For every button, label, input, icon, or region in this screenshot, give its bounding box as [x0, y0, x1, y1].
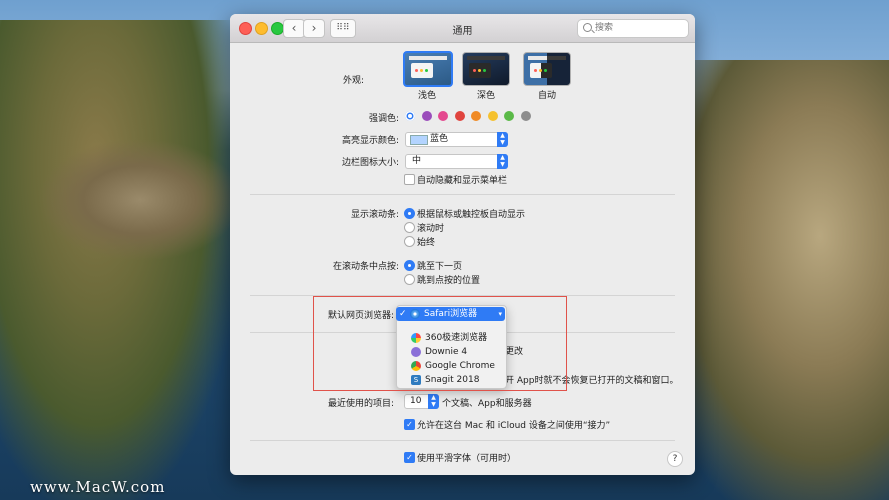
appearance-dark-thumbnail[interactable] — [462, 52, 510, 86]
search-icon — [583, 23, 592, 32]
scrollbars-auto-label: 根据鼠标或触控板自动显示 — [417, 210, 526, 220]
click-scrollbar-label: 在滚动条中点按: — [332, 262, 399, 272]
highlight-color-label: 高亮显示颜色: — [341, 136, 399, 146]
accent-color-swatch[interactable] — [454, 111, 465, 121]
red-annotation-box — [313, 296, 567, 391]
accent-color-swatch[interactable] — [520, 111, 531, 121]
smooth-fonts-checkbox[interactable]: ✓ — [404, 452, 415, 463]
accent-color-swatch[interactable] — [487, 111, 498, 121]
desktop-wallpaper-cliff-left — [0, 20, 240, 500]
jump-next-page-radio[interactable] — [404, 260, 415, 271]
recent-items-suffix: 个文稿、App和服务器 — [442, 399, 532, 409]
auto-hide-menubar-checkbox[interactable] — [404, 174, 415, 185]
recent-items-label: 最近使用的项目: — [327, 399, 394, 409]
popup-arrows-icon: ▲ ▼ — [497, 132, 508, 147]
accent-color-swatch[interactable] — [438, 111, 448, 121]
popup-arrows-icon: ▲ ▼ — [428, 394, 439, 409]
divider — [250, 194, 675, 195]
search-input[interactable] — [595, 21, 683, 35]
recent-items-popup[interactable]: 10 ▲ ▼ — [404, 394, 439, 409]
show-scrollbars-label: 显示滚动条: — [350, 210, 399, 220]
scrollbars-always-radio[interactable] — [404, 236, 415, 247]
highlight-color-popup[interactable]: 蓝色 ▲ ▼ — [405, 132, 508, 147]
desktop-wallpaper-rocks — [40, 140, 240, 260]
popup-arrows-icon: ▲ ▼ — [497, 154, 508, 169]
jump-to-spot-radio[interactable] — [404, 274, 415, 285]
sidebar-icon-size-label: 边栏图标大小: — [341, 158, 399, 168]
accent-color-swatch[interactable] — [471, 111, 481, 121]
checkmark-icon: ✓ — [406, 420, 413, 429]
smooth-fonts-label: 使用平滑字体（可用时） — [417, 454, 517, 464]
scrollbars-always-label: 始终 — [417, 238, 436, 248]
handoff-label: 允许在这台 Mac 和 iCloud 设备之间使用“接力” — [417, 421, 611, 431]
divider — [250, 440, 675, 441]
watermark: www.MacW.com — [30, 478, 166, 496]
jump-to-spot-label: 跳到点按的位置 — [417, 276, 481, 286]
appearance-auto-label: 自动 — [537, 91, 556, 101]
appearance-label: 外观: — [342, 76, 364, 86]
highlight-color-value: 蓝色 — [430, 134, 449, 144]
title-bar: ‹ › ⠿⠿ 通用 — [230, 14, 695, 43]
appearance-light-label: 浅色 — [417, 91, 436, 101]
accent-color-label: 强调色: — [368, 114, 399, 124]
sidebar-icon-size-popup[interactable]: 中 ▲ ▼ — [405, 154, 508, 169]
help-button[interactable]: ? — [667, 451, 683, 467]
search-field[interactable] — [577, 19, 689, 38]
appearance-auto-thumbnail[interactable] — [523, 52, 571, 86]
jump-next-page-label: 跳至下一页 — [417, 262, 463, 272]
appearance-light-thumbnail[interactable] — [403, 51, 453, 87]
accent-color-swatch[interactable] — [421, 111, 432, 121]
scrollbars-when-scrolling-radio[interactable] — [404, 222, 415, 233]
sidebar-icon-size-value: 中 — [412, 156, 422, 166]
scrollbars-auto-radio[interactable] — [404, 208, 415, 219]
handoff-checkbox[interactable]: ✓ — [404, 419, 415, 430]
accent-color-swatch[interactable] — [405, 111, 415, 121]
general-preferences-window: ‹ › ⠿⠿ 通用 外观: 浅色 深色 自动 强调色: 高亮显示颜色: — [230, 14, 695, 475]
checkmark-icon: ✓ — [406, 453, 413, 462]
highlight-color-swatch — [410, 135, 428, 145]
recent-items-value: 10 — [410, 396, 422, 406]
appearance-dark-label: 深色 — [476, 91, 495, 101]
accent-color-swatch[interactable] — [504, 111, 514, 121]
scrollbars-when-scrolling-label: 滚动时 — [417, 224, 445, 234]
auto-hide-menubar-label: 自动隐藏和显示菜单栏 — [417, 176, 508, 186]
